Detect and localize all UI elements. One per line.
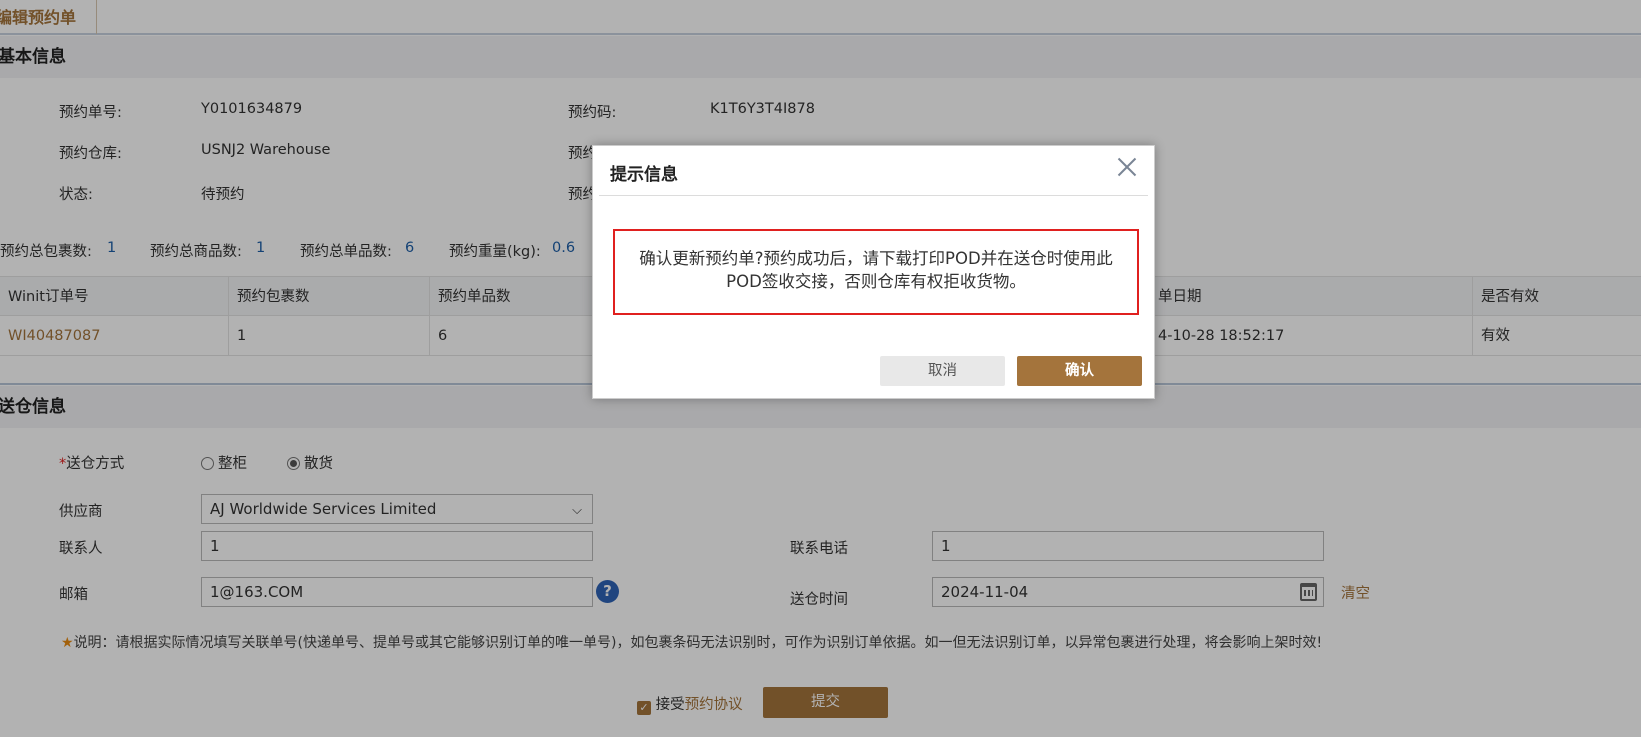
confirm-dialog: 提示信息 确认更新预约单?预约成功后，请下载打印POD并在送仓时使用此POD签收…	[592, 145, 1155, 399]
dialog-divider	[599, 195, 1148, 196]
dialog-message: 确认更新预约单?预约成功后，请下载打印POD并在送仓时使用此POD签收交接，否则…	[613, 229, 1139, 315]
close-icon[interactable]	[1114, 154, 1140, 180]
confirm-button[interactable]: 确认	[1017, 356, 1142, 386]
dialog-title: 提示信息	[610, 165, 678, 185]
cancel-button[interactable]: 取消	[880, 356, 1005, 386]
